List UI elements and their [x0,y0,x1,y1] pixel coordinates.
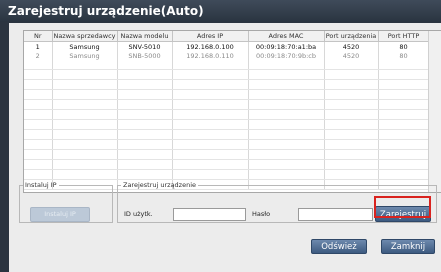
column-header-http-port[interactable]: Port HTTP [378,31,430,42]
install-ip-group: Instaluj IP Instaluj IP [19,181,113,223]
cell-device-port: 4520 [324,51,379,60]
install-ip-button[interactable]: Instaluj IP [30,207,90,222]
cell-http-port: 80 [378,41,430,51]
cell-model: SNV-5010 [117,41,173,51]
column-header-vendor[interactable]: Nazwa sprzedawcy [52,31,118,42]
empty-row [24,139,430,150]
column-header-ip[interactable]: Adres IP [172,31,249,42]
empty-row [24,109,430,120]
register-button-highlight [374,196,431,218]
empty-row [24,99,430,110]
empty-row [24,89,430,100]
cell-http-port: 80 [378,51,430,60]
cell-vendor: Samsung [52,51,118,60]
install-ip-legend: Instaluj IP [25,181,57,189]
user-id-input[interactable] [173,208,246,221]
cell-device-port: 4520 [324,41,379,51]
refresh-button[interactable]: Odśwież [311,239,367,254]
title-bar: Zarejestruj urządzenie(Auto) [0,0,441,22]
user-id-label: ID użytk. [124,210,153,218]
table-row[interactable]: 2 Samsung SNB-5000 192.168.0.110 00:09:1… [24,51,430,60]
empty-row [24,79,430,90]
empty-row [24,60,430,70]
column-header-mac[interactable]: Adres MAC [248,31,325,42]
vertical-scrollbar[interactable] [428,31,441,192]
password-input[interactable] [298,208,373,221]
column-header-model[interactable]: Nazwa modelu [117,31,173,42]
device-table: Nr Nazwa sprzedawcy Nazwa modelu Adres I… [24,31,430,190]
column-header-device-port[interactable]: Port urządzenia [324,31,379,42]
empty-row [24,169,430,180]
table-row[interactable]: 1 Samsung SNV-5010 192.168.0.100 00:09:1… [24,41,430,51]
empty-row [24,149,430,160]
register-device-window: Zarejestruj urządzenie(Auto) Nr Nazwa sp… [0,0,441,272]
cell-nr: 1 [24,41,53,51]
cell-vendor: Samsung [52,41,118,51]
empty-row [24,129,430,140]
cell-mac: 00:09:18:70:9b:cb [248,51,325,60]
dialog-body: Nr Nazwa sprzedawcy Nazwa modelu Adres I… [9,23,441,272]
device-list: Nr Nazwa sprzedawcy Nazwa modelu Adres I… [23,30,441,193]
cell-ip: 192.168.0.110 [172,51,249,60]
column-header-nr[interactable]: Nr [24,31,53,42]
window-title: Zarejestruj urządzenie(Auto) [8,4,204,18]
empty-row [24,159,430,170]
register-device-legend: Zarejestruj urządzenie [123,181,197,189]
cell-ip: 192.168.0.100 [172,41,249,51]
cell-model: SNB-5000 [117,51,173,60]
cell-mac: 00:09:18:70:a1:ba [248,41,325,51]
empty-row [24,69,430,80]
table-header-row: Nr Nazwa sprzedawcy Nazwa modelu Adres I… [24,31,430,42]
cell-nr: 2 [24,51,53,60]
empty-row [24,119,430,130]
close-button[interactable]: Zamknij [381,239,435,254]
password-label: Hasło [252,210,271,218]
